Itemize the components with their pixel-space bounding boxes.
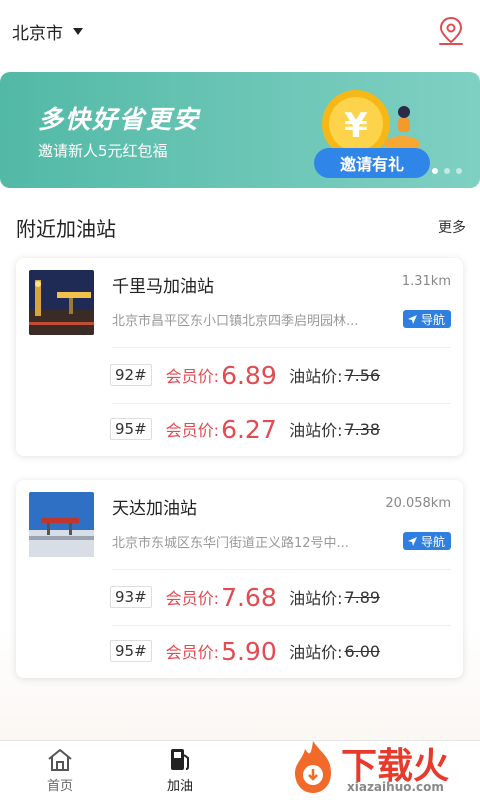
top-header: 北京市 [0, 0, 480, 62]
station-address: 北京市昌平区东小口镇北京四季启明园林... [112, 314, 359, 329]
divider [112, 625, 451, 626]
banner-subtitle: 邀请新人5元红包福 [38, 142, 168, 160]
svg-text:¥: ¥ [344, 106, 368, 146]
divider [112, 347, 451, 348]
station-price: 7.89 [344, 587, 381, 607]
home-icon [48, 749, 72, 771]
nearby-section-header: 附近加油站 更多 [16, 212, 466, 242]
station-card[interactable]: 天达加油站 20.058km 北京市东城区东华门街道正义路12号中... 导航 … [16, 480, 463, 678]
station-price: 6.00 [344, 641, 381, 661]
member-price: 6.89 [221, 360, 277, 390]
member-price: 5.90 [221, 636, 277, 666]
station-price-label: 油站价: [289, 643, 343, 662]
carousel-dot [456, 168, 462, 174]
station-photo [29, 492, 94, 557]
carousel-dot [444, 168, 450, 174]
tab-home[interactable]: 首页 [0, 741, 120, 800]
promo-banner[interactable]: 多快好省更安 邀请新人5元红包福 ¥ 邀请有礼 [0, 72, 480, 188]
flame-logo-icon [295, 741, 331, 793]
fuel-pump-icon [171, 749, 189, 770]
tab-refuel[interactable]: 加油 [120, 741, 240, 800]
carousel-indicator [432, 168, 462, 174]
navigation-arrow-icon [407, 314, 417, 324]
member-price: 7.68 [221, 582, 277, 612]
price-row: 95# 会员价: 6.27 油站价: 7.38 [110, 409, 380, 449]
fuel-grade-tag: 95# [110, 418, 152, 440]
watermark-logo: 下载火 xiazaihuo.com [283, 735, 480, 800]
invite-badge[interactable]: 邀请有礼 [314, 148, 430, 178]
member-price: 6.27 [221, 414, 277, 444]
watermark-url: xiazaihuo.com [347, 780, 444, 794]
member-price-label: 会员价: [165, 589, 220, 608]
member-price-label: 会员价: [165, 421, 220, 440]
navigate-button[interactable]: 导航 [402, 310, 451, 328]
chevron-down-icon [73, 27, 83, 35]
station-price-label: 油站价: [289, 421, 343, 440]
price-row: 92# 会员价: 6.89 油站价: 7.56 [110, 355, 380, 395]
price-row: 95# 会员价: 5.90 油站价: 6.00 [110, 631, 380, 671]
station-photo [29, 270, 94, 335]
price-row: 93# 会员价: 7.68 油站价: 7.89 [110, 577, 380, 617]
station-distance: 1.31km [401, 274, 451, 289]
invite-badge-label: 邀请有礼 [339, 155, 404, 174]
station-distance: 20.058km [385, 496, 451, 511]
member-price-label: 会员价: [165, 643, 220, 662]
station-price-label: 油站价: [289, 367, 343, 386]
station-card[interactable]: 千里马加油站 1.31km 北京市昌平区东小口镇北京四季启明园林... 导航 9… [16, 258, 463, 456]
location-button[interactable] [434, 14, 468, 48]
banner-title: 多快好省更安 [38, 105, 201, 134]
station-name: 千里马加油站 [112, 277, 214, 297]
fuel-grade-tag: 95# [110, 640, 152, 662]
tab-home-label: 首页 [46, 779, 73, 794]
navigate-label: 导航 [420, 534, 445, 549]
city-selector[interactable]: 北京市 [12, 19, 83, 44]
fuel-grade-tag: 92# [110, 364, 152, 386]
station-name: 天达加油站 [112, 499, 197, 519]
station-price: 7.56 [344, 365, 381, 385]
city-label: 北京市 [12, 23, 63, 44]
navigation-arrow-icon [407, 536, 417, 546]
fuel-grade-tag: 93# [110, 586, 152, 608]
carousel-dot [432, 168, 438, 174]
navigate-label: 导航 [420, 312, 445, 327]
station-price: 7.38 [344, 419, 381, 439]
tab-refuel-label: 加油 [166, 779, 193, 794]
navigate-button[interactable]: 导航 [402, 532, 451, 550]
station-price-label: 油站价: [289, 589, 343, 608]
member-price-label: 会员价: [165, 367, 220, 386]
divider [112, 403, 451, 404]
location-pin-icon [439, 16, 463, 45]
station-address: 北京市东城区东华门街道正义路12号中... [112, 536, 349, 551]
more-link[interactable]: 更多 [438, 217, 466, 237]
section-title: 附近加油站 [16, 216, 116, 241]
divider [112, 569, 451, 570]
